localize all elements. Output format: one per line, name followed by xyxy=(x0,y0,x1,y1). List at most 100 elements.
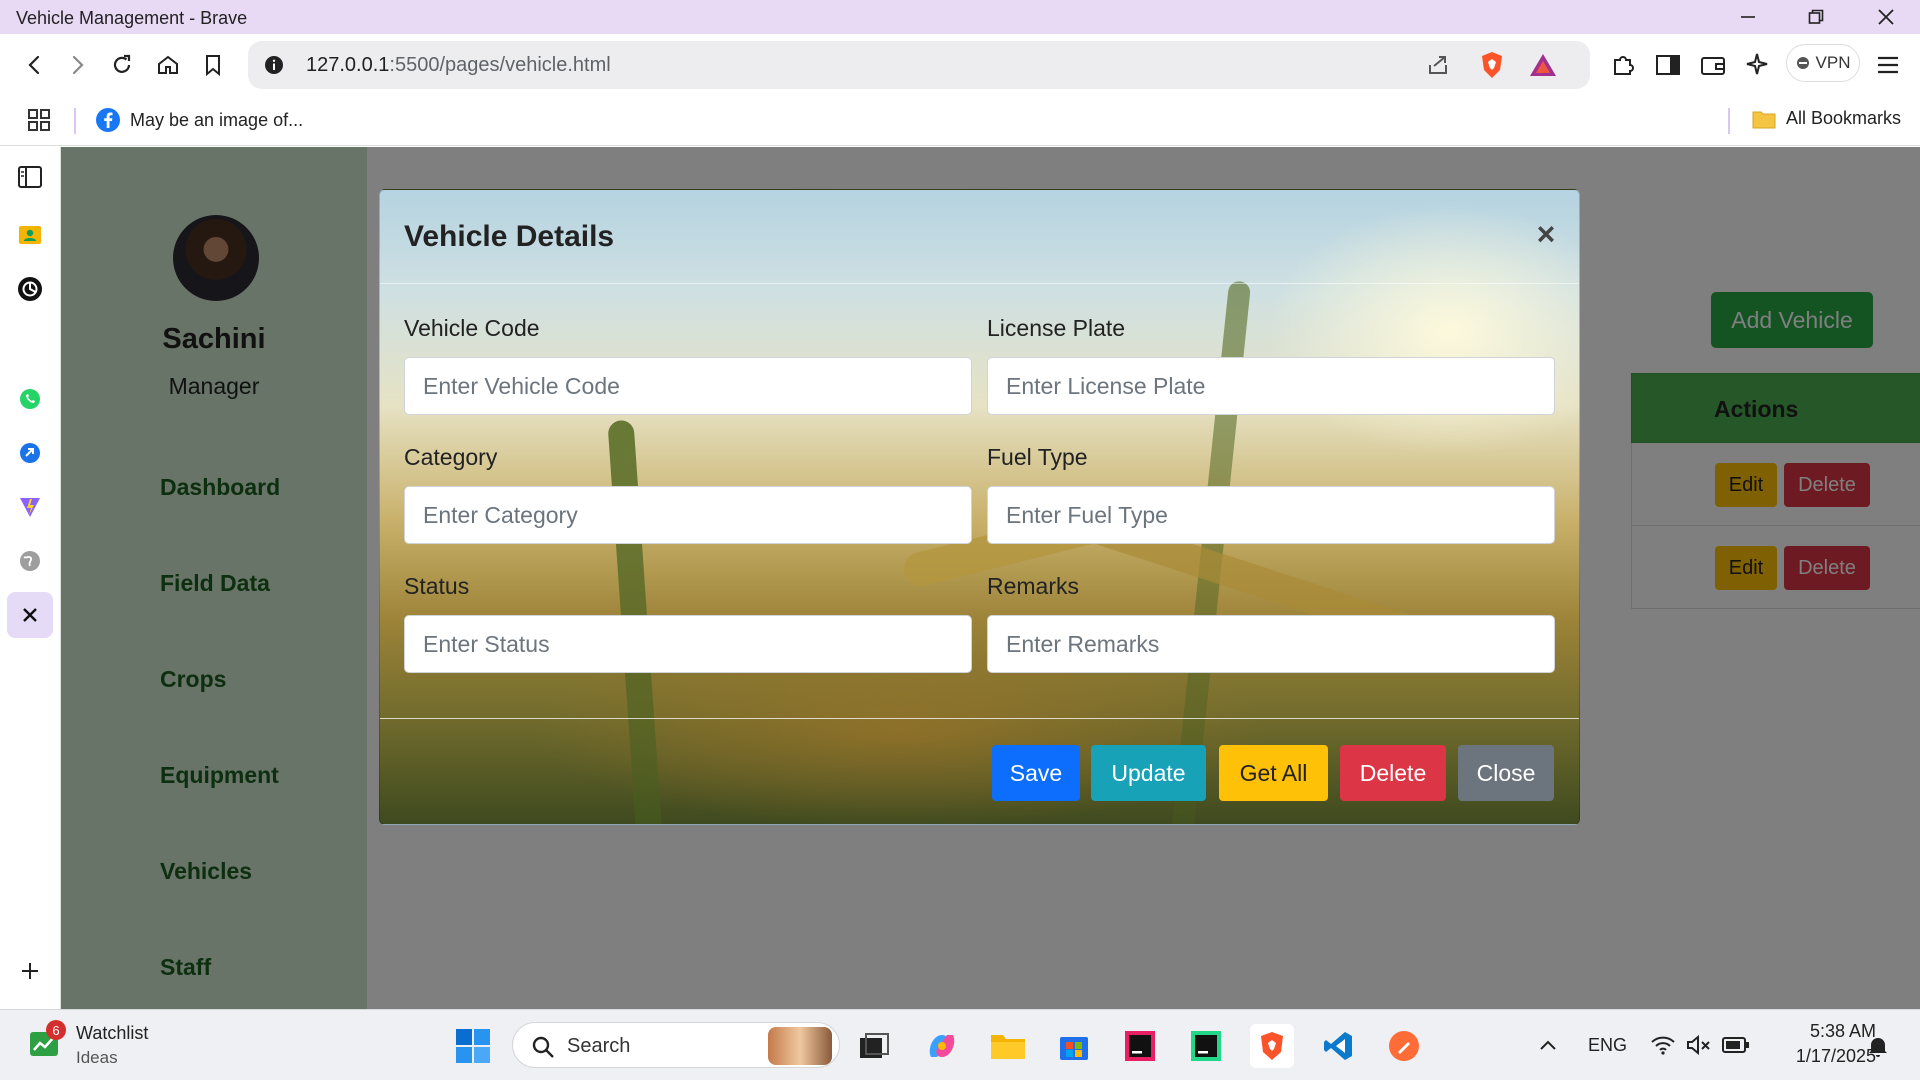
x-icon xyxy=(23,608,37,622)
watchlist-widget-icon[interactable]: 6 xyxy=(28,1020,66,1060)
clock-time[interactable]: 5:38 AM xyxy=(1786,1021,1876,1042)
notification-bell-icon[interactable] xyxy=(1866,1034,1890,1058)
sidebar-toggle-button[interactable] xyxy=(1648,45,1688,85)
home-button[interactable] xyxy=(148,45,188,85)
puzzle-icon xyxy=(1614,56,1634,75)
postman-button[interactable] xyxy=(1382,1024,1426,1068)
chevron-up-icon[interactable] xyxy=(1538,1038,1558,1052)
category-input[interactable] xyxy=(404,486,972,544)
brave-rewards-icon[interactable] xyxy=(1528,51,1558,79)
wallet-icon xyxy=(1701,57,1725,75)
minimize-button[interactable] xyxy=(1720,0,1776,34)
vehicle-code-input[interactable] xyxy=(404,357,972,415)
close-button[interactable]: Close xyxy=(1458,745,1554,801)
sidebar-web-button[interactable] xyxy=(14,545,46,577)
url-host: 127.0.0.1 xyxy=(306,54,390,76)
home-icon xyxy=(158,55,178,74)
modal-header: Vehicle Details × xyxy=(380,190,1579,284)
vpn-button[interactable]: VPN xyxy=(1786,44,1860,82)
remarks-input[interactable] xyxy=(987,615,1555,673)
file-explorer-button[interactable] xyxy=(986,1024,1030,1068)
search-placeholder: Search xyxy=(567,1035,631,1057)
vscode-button[interactable] xyxy=(1316,1024,1360,1068)
sidebar-whatsapp-button[interactable] xyxy=(14,383,46,415)
category-label: Category xyxy=(404,444,498,470)
minimize-icon xyxy=(1741,16,1755,18)
vpn-label: VPN xyxy=(1815,53,1851,72)
language-indicator[interactable]: ENG xyxy=(1588,1035,1627,1056)
task-view-icon xyxy=(860,1033,889,1058)
reload-button[interactable] xyxy=(102,45,142,85)
bookmarks-bar: May be an image of... All Bookmarks xyxy=(0,96,1920,146)
brave-taskbar-button[interactable] xyxy=(1250,1024,1294,1068)
vehicle-code-label: Vehicle Code xyxy=(404,315,540,341)
main-menu-button[interactable] xyxy=(1868,45,1908,85)
forward-arrow-icon xyxy=(72,55,84,75)
widget-subtitle: Ideas xyxy=(76,1048,118,1067)
sidebar-panel-icon xyxy=(1656,55,1680,75)
delete-button[interactable]: Delete xyxy=(1340,745,1446,801)
search-icon xyxy=(532,1036,554,1058)
bookmark-button[interactable] xyxy=(193,45,233,85)
sidebar-chatgpt-button[interactable] xyxy=(14,273,46,305)
url-path: :5500/pages/vehicle.html xyxy=(389,54,611,76)
folder-icon xyxy=(991,1035,1025,1059)
license-plate-input[interactable] xyxy=(987,357,1555,415)
fuel-type-input[interactable] xyxy=(987,486,1555,544)
speaker-muted-icon[interactable] xyxy=(1686,1034,1712,1056)
chatgpt-icon xyxy=(18,277,42,301)
share-icon[interactable] xyxy=(1426,53,1450,77)
wallet-button[interactable] xyxy=(1693,45,1733,85)
bookmark-divider xyxy=(1728,108,1730,134)
browser-sidebar xyxy=(0,147,61,1009)
sidebar-x-button[interactable] xyxy=(7,592,53,638)
close-window-button[interactable] xyxy=(1858,0,1914,34)
restore-icon xyxy=(1808,9,1824,24)
copilot-button[interactable] xyxy=(920,1024,964,1068)
remarks-label: Remarks xyxy=(987,573,1080,599)
start-button[interactable] xyxy=(451,1024,495,1068)
forward-button[interactable] xyxy=(58,45,98,85)
apps-grid-icon[interactable] xyxy=(27,108,51,132)
taskbar-search[interactable]: Search xyxy=(512,1022,840,1068)
clock-date[interactable]: 1/17/2025 xyxy=(1766,1046,1876,1067)
sidebar-vite-button[interactable] xyxy=(14,491,46,523)
bookmark-item[interactable]: May be an image of... xyxy=(96,108,303,132)
ms-store-button[interactable] xyxy=(1052,1024,1096,1068)
get-all-button[interactable]: Get All xyxy=(1219,745,1328,801)
sidebar-panel-button[interactable] xyxy=(14,161,46,193)
status-input[interactable] xyxy=(404,615,972,673)
update-button[interactable]: Update xyxy=(1091,745,1206,801)
address-bar[interactable]: 127.0.0.1:5500/pages/vehicle.html xyxy=(248,41,1590,89)
widget-title[interactable]: Watchlist xyxy=(76,1023,148,1044)
webstorm-button[interactable] xyxy=(1184,1024,1228,1068)
site-info-icon[interactable] xyxy=(264,55,284,75)
copilot-icon xyxy=(929,1035,955,1057)
reload-icon xyxy=(113,54,131,73)
sidebar-link-button[interactable] xyxy=(14,437,46,469)
modal-title: Vehicle Details xyxy=(404,220,615,253)
intellij-icon xyxy=(1125,1031,1155,1061)
webstorm-icon xyxy=(1191,1031,1221,1061)
task-view-button[interactable] xyxy=(852,1024,896,1068)
store-icon xyxy=(1060,1037,1088,1060)
save-button[interactable]: Save xyxy=(992,745,1080,801)
folder-icon xyxy=(1752,111,1776,128)
browser-toolbar: 127.0.0.1:5500/pages/vehicle.html VPN xyxy=(0,34,1920,96)
intellij-button[interactable] xyxy=(1118,1024,1162,1068)
contact-card-icon xyxy=(19,226,41,244)
panel-icon xyxy=(18,166,42,188)
brave-shields-icon[interactable] xyxy=(1478,50,1506,80)
battery-icon[interactable] xyxy=(1722,1036,1750,1054)
restore-button[interactable] xyxy=(1788,0,1844,34)
leo-ai-button[interactable] xyxy=(1738,45,1778,85)
back-button[interactable] xyxy=(14,45,54,85)
extensions-button[interactable] xyxy=(1603,45,1643,85)
sidebar-contacts-button[interactable] xyxy=(14,219,46,251)
all-bookmarks-button[interactable]: All Bookmarks xyxy=(1752,108,1901,129)
url-text[interactable]: 127.0.0.1:5500/pages/vehicle.html xyxy=(306,54,611,77)
close-icon xyxy=(1878,9,1894,25)
modal-close-x-button[interactable]: × xyxy=(1530,216,1562,252)
wifi-icon[interactable] xyxy=(1650,1034,1676,1056)
sidebar-add-button[interactable] xyxy=(14,955,46,987)
